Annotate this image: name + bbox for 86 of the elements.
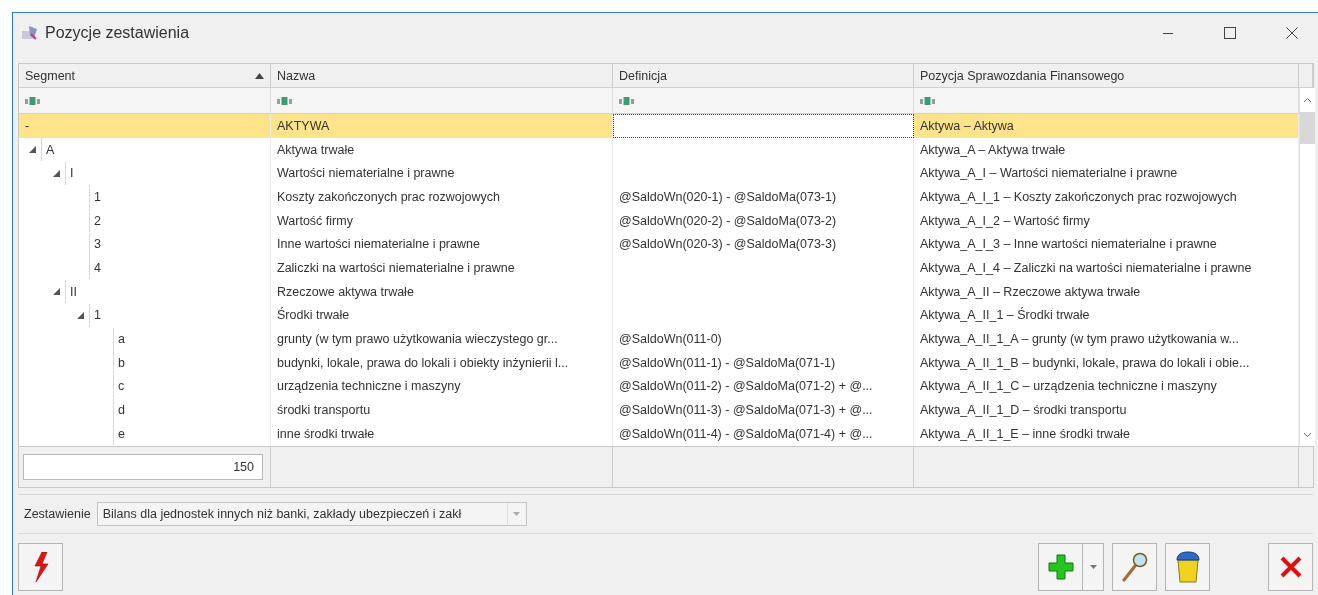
delete-button[interactable] xyxy=(1165,542,1210,591)
segment-cell: 3 xyxy=(94,237,101,252)
column-header[interactable]: Segment xyxy=(19,64,271,88)
segment-cell: 2 xyxy=(94,213,101,228)
generate-button[interactable] xyxy=(18,542,63,591)
position-cell: Aktywa_A_II_1_B – budynki, lokale, prawa do lokali i obie... xyxy=(920,355,1250,370)
scrollbar-thumb[interactable] xyxy=(1300,112,1315,144)
close-button[interactable] xyxy=(1268,542,1313,591)
expanded-arrow-icon[interactable] xyxy=(52,288,60,296)
text-filter-icon[interactable] xyxy=(619,95,635,106)
chevron-down-icon[interactable] xyxy=(1303,431,1312,438)
expanded-arrow-icon[interactable] xyxy=(76,311,84,319)
name-cell: Zaliczki na wartości niematerialne i prawne xyxy=(277,260,515,275)
column-header[interactable]: Pozycja Sprawozdania Finansowego xyxy=(914,64,1299,88)
chevron-up-icon[interactable] xyxy=(1303,97,1312,103)
position-cell: Aktywa_A_I_3 – Inne wartości niematerialne i prawne xyxy=(920,237,1217,252)
window-title: Pozycje zestawienia xyxy=(45,24,190,42)
segment-cell: 1 xyxy=(94,308,101,323)
definition-cell: @SaldoWn(011-1) - @SaldoMa(071-1) xyxy=(619,355,836,370)
position-cell: Aktywa_A_II_1_A – grunty (w tym prawo użytkowania w... xyxy=(920,332,1239,347)
segment-cell: b xyxy=(118,355,125,370)
caret-icon xyxy=(513,511,521,516)
segment-cell: - xyxy=(25,118,30,133)
position-cell: Aktywa_A – Aktywa trwałe xyxy=(920,142,1066,157)
name-cell: inne środki trwałe xyxy=(277,426,375,441)
lightning-icon xyxy=(32,551,49,582)
name-cell: Wartości niematerialne i prawne xyxy=(277,166,455,181)
text-filter-icon[interactable] xyxy=(277,95,293,106)
definition-cell: @SaldoWn(011-2) - @SaldoMa(071-2) + @... xyxy=(619,379,873,394)
name-cell: Inne wartości niematerialne i prawne xyxy=(277,237,480,252)
segment-cell: A xyxy=(46,142,55,157)
expanded-arrow-icon[interactable] xyxy=(28,146,36,154)
definition-cell: @SaldoWn(011-0) xyxy=(619,332,722,347)
position-cell: Aktywa_A_II_1 – Środki trwałe xyxy=(920,308,1090,323)
name-cell: budynki, lokale, prawa do lokali i obiekty inżynierii l... xyxy=(277,355,569,370)
segment-cell: c xyxy=(118,379,125,394)
name-cell: środki transportu xyxy=(277,403,371,418)
close-icon[interactable] xyxy=(1286,27,1298,39)
name-cell: Środki trwałe xyxy=(277,308,350,323)
definition-cell: @SaldoWn(020-3) - @SaldoMa(073-3) xyxy=(619,237,837,252)
name-cell: Aktywa trwałe xyxy=(277,142,355,157)
text-filter-icon[interactable] xyxy=(25,95,41,106)
trash-bin-icon xyxy=(1174,550,1201,583)
close-icon xyxy=(1278,554,1303,579)
segment-cell: 1 xyxy=(94,189,101,204)
definition-cell: @SaldoWn(020-1) - @SaldoMa(073-1) xyxy=(619,189,837,204)
segment-cell: a xyxy=(118,332,125,347)
column-header[interactable]: Definicja xyxy=(613,64,914,88)
plus-icon xyxy=(1047,553,1074,580)
name-cell: grunty (w tym prawo użytkowania wieczystego gr... xyxy=(277,332,558,347)
scrollbar[interactable] xyxy=(1299,88,1315,446)
position-cell: Aktywa_A_I_4 – Zaliczki na wartości niematerialne i prawne xyxy=(920,260,1252,275)
expanded-arrow-icon[interactable] xyxy=(52,169,60,177)
text-filter-icon[interactable] xyxy=(920,95,936,106)
filter-label: Zestawienie xyxy=(24,506,91,521)
add-button[interactable] xyxy=(1038,542,1083,591)
name-cell: Wartość firmy xyxy=(277,213,353,228)
position-cell: Aktywa_A_I_2 – Wartość firmy xyxy=(920,213,1090,228)
position-cell: Aktywa_A_II_1_C – urządzenia techniczne i maszyny xyxy=(920,379,1217,394)
count-field[interactable]: 150 xyxy=(23,453,263,480)
definition-cell: @SaldoWn(011-4) - @SaldoMa(071-4) + @... xyxy=(619,426,873,441)
report-dropdown[interactable]: Bilans dla jednostek innych niż banki, zakłady ubezpieczeń i zakł xyxy=(96,501,527,526)
segment-cell: e xyxy=(118,426,125,441)
name-cell: urządzenia techniczne i maszyny xyxy=(277,379,461,394)
definition-cell: @SaldoWn(011-3) - @SaldoMa(071-3) + @... xyxy=(619,403,873,418)
focused-cell[interactable] xyxy=(613,114,914,138)
column-header[interactable]: Nazwa xyxy=(271,64,613,88)
segment-cell: d xyxy=(118,403,125,418)
edit-button[interactable] xyxy=(1112,542,1157,591)
position-cell: Aktywa_A_I – Wartości niematerialne i prawne xyxy=(920,166,1178,181)
position-cell: Aktywa_A_II_1_E – inne środki trwałe xyxy=(920,426,1130,441)
name-cell: Koszty zakończonych prac rozwojowych xyxy=(277,189,500,204)
definition-cell: @SaldoWn(020-2) - @SaldoMa(073-2) xyxy=(619,213,837,228)
position-cell: Aktywa_A_II – Rzeczowe aktywa trwałe xyxy=(920,284,1141,299)
position-cell: Aktywa_A_II_1_D – środki transportu xyxy=(920,403,1127,418)
segment-cell: II xyxy=(70,284,77,299)
name-cell: Rzeczowe aktywa trwałe xyxy=(277,284,414,299)
app-icon xyxy=(21,25,39,41)
position-cell: Aktywa_A_I_1 – Koszty zakończonych prac rozwojowych xyxy=(920,189,1237,204)
segment-cell: I xyxy=(70,166,74,181)
position-cell: Aktywa – Aktywa xyxy=(920,118,1014,133)
magnifier-icon xyxy=(1120,551,1149,582)
segment-cell: 4 xyxy=(94,260,101,275)
name-cell: AKTYWA xyxy=(277,118,330,133)
maximize-icon[interactable] xyxy=(1224,27,1236,39)
caret-icon xyxy=(1089,564,1097,569)
